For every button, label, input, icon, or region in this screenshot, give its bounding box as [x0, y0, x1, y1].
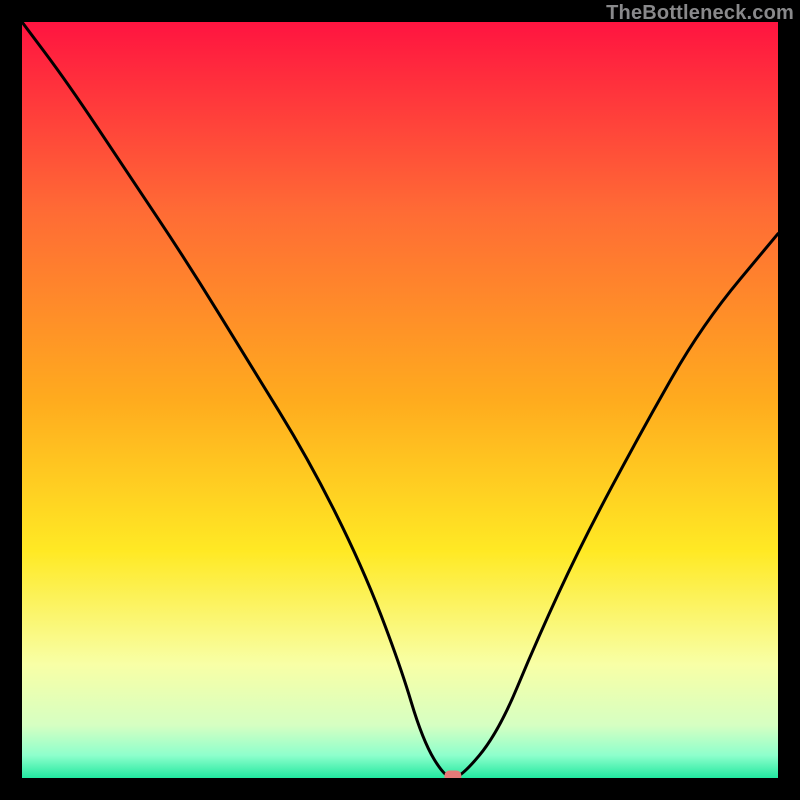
optimal-point-marker [444, 771, 461, 779]
plot-area [22, 22, 778, 778]
chart-svg [22, 22, 778, 778]
chart-frame: TheBottleneck.com [0, 0, 800, 800]
